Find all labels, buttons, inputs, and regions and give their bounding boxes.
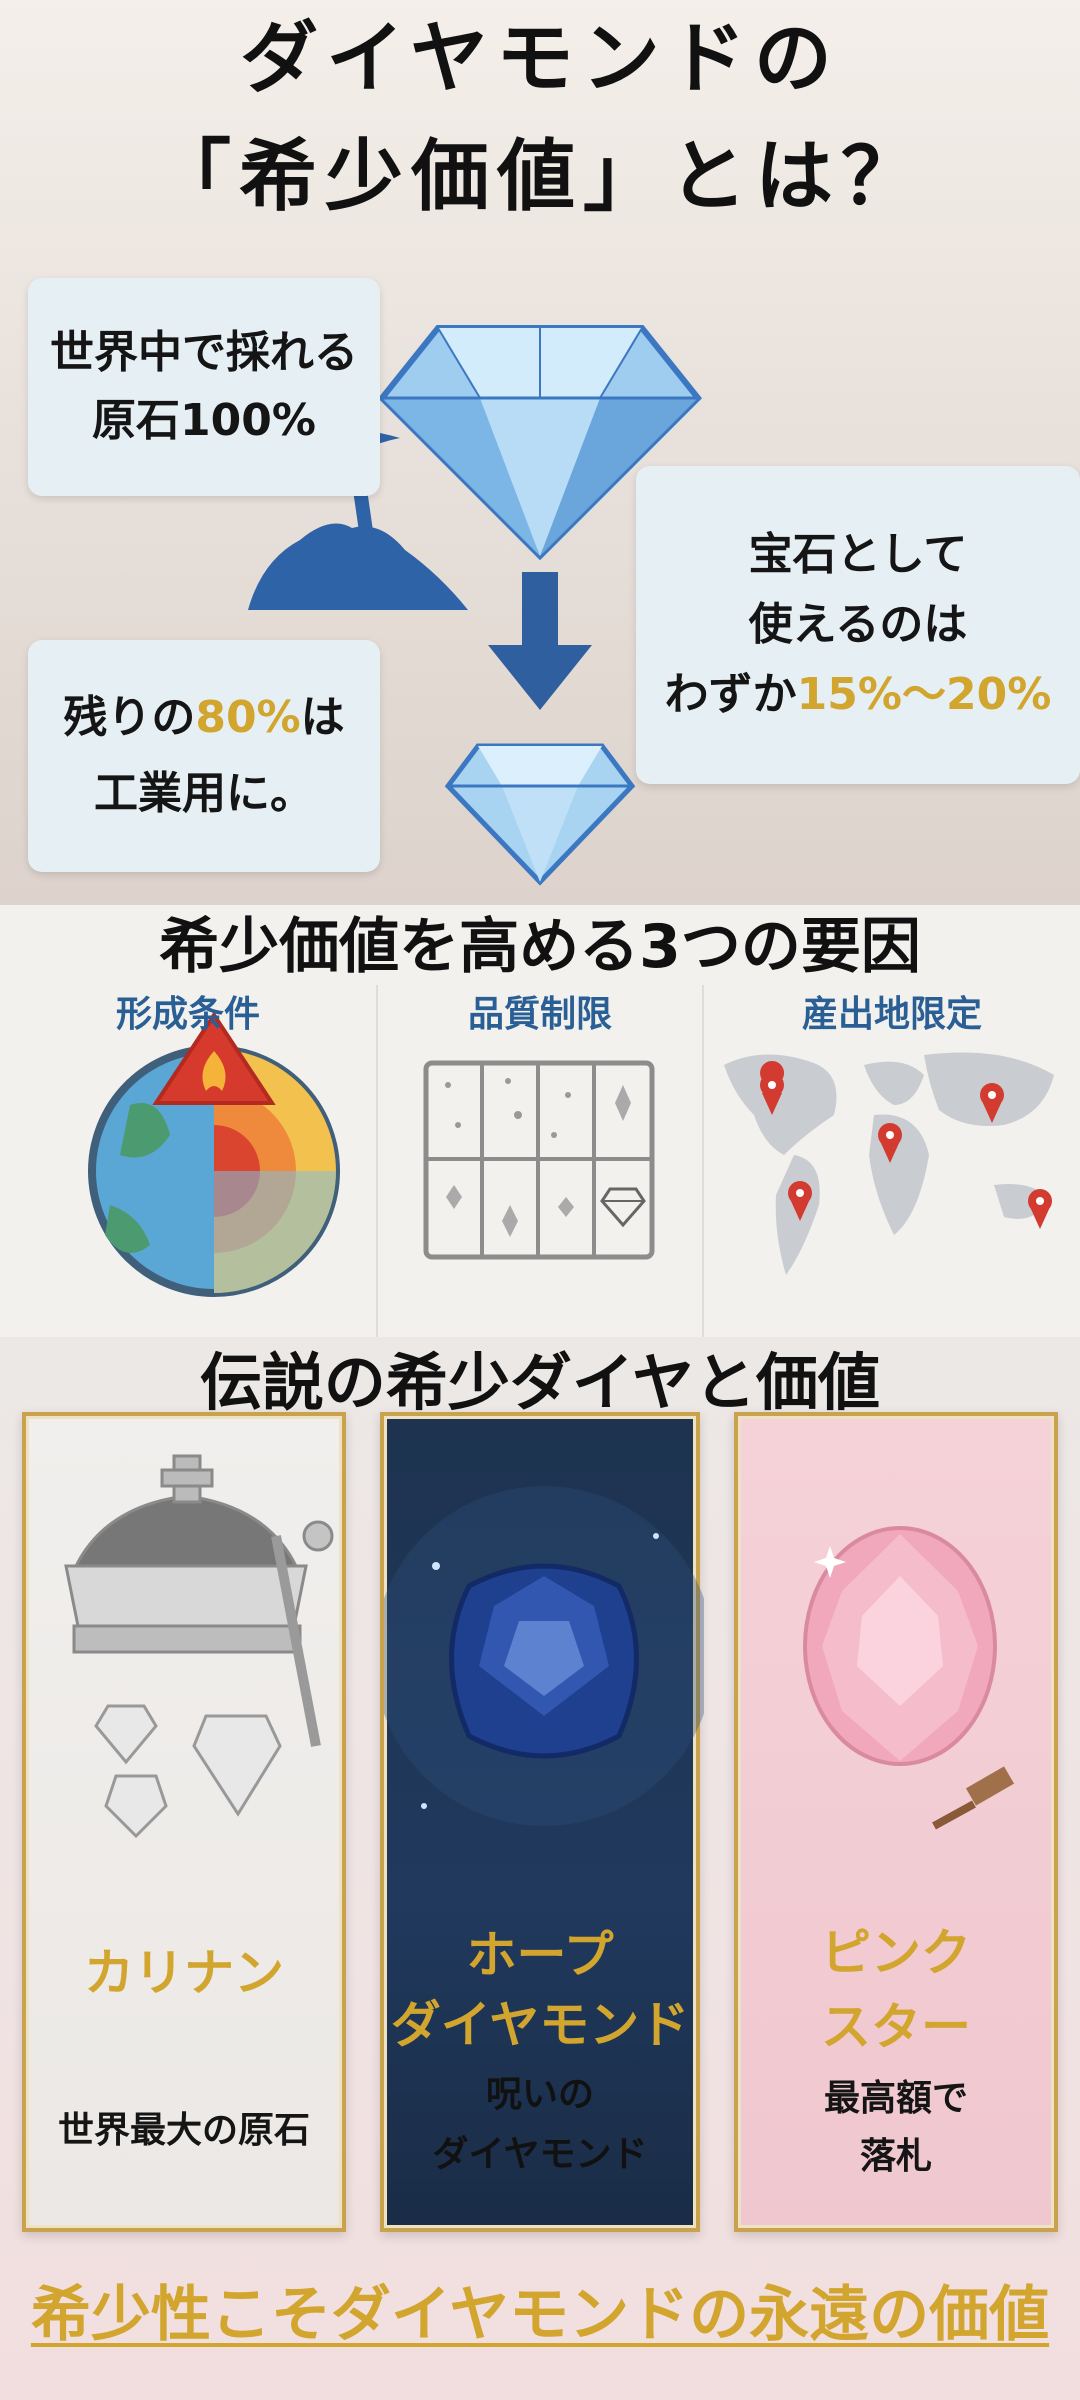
factor-formation: 形成条件 (0, 985, 376, 1337)
factors-section: 希少価値を高める3つの要因 形成条件 品質制限 産出地限定 (0, 905, 1080, 1337)
gavel-icon (932, 1766, 1015, 1830)
factor-region: 産出地限定 (702, 985, 1080, 1337)
card-hope-name-line1: ホープ (466, 1926, 614, 1984)
box1-line2: 原石100% (92, 395, 316, 446)
card-pink-desc-line1: 最高額で (823, 2078, 968, 2119)
factor-label-region: 産出地限定 (801, 994, 982, 1035)
factor-label-formation: 形成条件 (115, 994, 260, 1035)
industrial-box: 残りの80%は 工業用に。 (28, 640, 380, 872)
card-cullinan-name: カリナン (84, 1944, 284, 2002)
box3-line1: 残りの80%は (63, 680, 344, 756)
box3-line2: 工業用に。 (94, 768, 314, 819)
card-cullinan-desc: 世界最大の原石 (57, 2110, 310, 2151)
box1-line1: 世界中で採れる (50, 327, 358, 378)
box2-line2: 使えるのは (748, 599, 968, 650)
arrow-down-icon (488, 572, 592, 710)
box3-suffix: は (300, 692, 345, 743)
box2-highlight: 15%〜20% (796, 669, 1052, 720)
intro-section: ダイヤモンドの 「希少価値」とは？ 世界中で採れる 原石100% 宝石として 使… (0, 0, 1080, 905)
box2-line3: わずか15%〜20% (665, 660, 1052, 730)
box2-line3-prefix: わずか (664, 669, 797, 720)
card-hope: ホープ ダイヤモンド 呪いの ダイヤモンド (380, 1412, 704, 2232)
card-hope-name-line2: ダイヤモンド (390, 1996, 690, 2054)
gem-quality-box: 宝石として 使えるのは わずか15%〜20% (636, 466, 1080, 784)
card-hope-desc-line1: 呪いの (485, 2074, 594, 2115)
legends-section: 伝説の希少ダイヤと価値 カリナン 世界最大の原石 ホープ ダイヤモンド 呪いの … (0, 1337, 1080, 2400)
card-pink-desc-line2: 落札 (859, 2136, 932, 2177)
card-pink-name-line2: スター (821, 1998, 971, 2056)
footer-tagline: 希少性こそダイヤモンドの永遠の価値 (30, 2280, 1050, 2350)
box3-prefix: 残りの (63, 692, 196, 743)
factor-quality: 品質制限 (376, 985, 702, 1337)
box3-highlight: 80% (195, 692, 301, 743)
card-hope-desc-line2: ダイヤモンド (432, 2134, 648, 2175)
small-diamond-icon (444, 743, 636, 886)
factor-label-quality: 品質制限 (467, 994, 612, 1035)
factors-title: 希少価値を高める3つの要因 (159, 912, 921, 982)
card-pink-name-line1: ピンク (821, 1924, 971, 1982)
card-cullinan: カリナン 世界最大の原石 (22, 1412, 346, 2232)
box2-line1: 宝石として (748, 529, 968, 580)
mined-rough-box: 世界中で採れる 原石100% (28, 278, 380, 496)
card-pink-star: ピンク スター 最高額で 落札 (734, 1412, 1058, 2232)
